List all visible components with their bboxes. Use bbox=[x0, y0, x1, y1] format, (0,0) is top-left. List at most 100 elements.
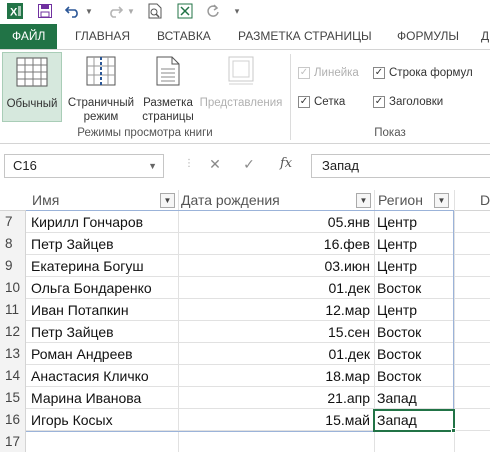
page-layout-view-button[interactable]: Разметка страницы bbox=[140, 52, 196, 123]
table-row[interactable]: 10 Ольга Бондаренко 01.дек Восток bbox=[0, 277, 490, 299]
custom-views-label: Представления bbox=[199, 97, 283, 109]
custom-views-button[interactable]: Представления bbox=[198, 52, 284, 122]
cell-region[interactable]: Центр bbox=[377, 233, 453, 255]
row-number[interactable]: 12 bbox=[0, 321, 26, 343]
row-number[interactable]: 7 bbox=[0, 211, 26, 233]
customize-qat-icon[interactable]: ▾ bbox=[232, 2, 242, 20]
undo-icon[interactable] bbox=[64, 2, 82, 20]
cell-birth-date[interactable]: 16.фев bbox=[179, 233, 372, 255]
formula-bar-label: Строка формул bbox=[389, 67, 473, 79]
quick-access-toolbar: X ▼ ▼ ▾ bbox=[0, 0, 490, 22]
tab-file[interactable]: ФАЙЛ bbox=[0, 24, 58, 49]
cell-birth-date[interactable]: 01.дек bbox=[179, 343, 372, 365]
cell-region[interactable]: Восток bbox=[377, 365, 453, 387]
row-number[interactable]: 14 bbox=[0, 365, 26, 387]
row-number[interactable]: 16 bbox=[0, 409, 26, 431]
cell-name[interactable] bbox=[31, 431, 177, 452]
cell-region[interactable]: Восток bbox=[377, 321, 453, 343]
cell-birth-date[interactable]: 12.мар bbox=[179, 299, 372, 321]
tab-page-layout[interactable]: РАЗМЕТКА СТРАНИЦЫ bbox=[238, 24, 372, 49]
table-row[interactable]: 14 Анастасия Кличко 18.мар Восток bbox=[0, 365, 490, 387]
redo-dropdown-icon[interactable]: ▼ bbox=[126, 2, 136, 20]
filter-name-icon[interactable]: ▼ bbox=[160, 193, 175, 208]
cell-birth-date[interactable]: 01.дек bbox=[179, 277, 372, 299]
cell-region[interactable]: Восток bbox=[377, 343, 453, 365]
table-row[interactable]: 13 Роман Андреев 01.дек Восток bbox=[0, 343, 490, 365]
cell-birth-date[interactable]: 21.апр bbox=[179, 387, 372, 409]
row-number[interactable]: 11 bbox=[0, 299, 26, 321]
cell-birth-date[interactable]: 05.янв bbox=[179, 211, 372, 233]
cell-region[interactable]: Центр bbox=[377, 211, 453, 233]
name-box-value: C16 bbox=[13, 158, 37, 173]
quick-print-icon[interactable] bbox=[176, 2, 194, 20]
cell-region[interactable]: Восток bbox=[377, 277, 453, 299]
normal-view-button[interactable]: Обычный bbox=[2, 52, 62, 122]
table-row[interactable]: 8 Петр Зайцев 16.фев Центр bbox=[0, 233, 490, 255]
formula-input[interactable]: Запад bbox=[311, 154, 490, 178]
gridlines-checkbox[interactable]: ✓ Сетка bbox=[298, 96, 345, 108]
table-row[interactable]: 11 Иван Потапкин 12.мар Центр bbox=[0, 299, 490, 321]
cell-region[interactable] bbox=[377, 431, 453, 452]
cell-birth-date[interactable]: 03.июн bbox=[179, 255, 372, 277]
redo-icon[interactable] bbox=[106, 2, 124, 20]
table-row[interactable]: 9 Екатерина Богуш 03.июн Центр bbox=[0, 255, 490, 277]
formula-bar-checkbox[interactable]: ✓ Строка формул bbox=[373, 67, 473, 79]
cell-region[interactable]: Запад bbox=[377, 387, 453, 409]
formula-bar-check-icon: ✓ bbox=[373, 67, 385, 79]
ribbon-tabs: ФАЙЛ ГЛАВНАЯ ВСТАВКА РАЗМЕТКА СТРАНИЦЫ Ф… bbox=[0, 24, 490, 49]
formula-content: Запад bbox=[322, 158, 359, 173]
print-preview-icon[interactable] bbox=[146, 2, 164, 20]
worksheet-grid[interactable]: Имя ▼ Дата рождения ▼ Регион ▼ D 7 Кирилл… bbox=[0, 190, 490, 452]
fill-handle[interactable] bbox=[451, 428, 456, 433]
ribbon-view-panel: Обычный Страничный режим Разметка страни… bbox=[0, 49, 490, 144]
insert-function-icon[interactable]: fx bbox=[280, 156, 292, 171]
row-number[interactable]: 10 bbox=[0, 277, 26, 299]
row-number[interactable]: 15 bbox=[0, 387, 26, 409]
custom-views-icon bbox=[228, 56, 254, 85]
cell-name[interactable]: Ольга Бондаренко bbox=[31, 277, 177, 299]
save-icon[interactable] bbox=[36, 2, 54, 20]
ruler-checkbox[interactable]: ✓ Линейка bbox=[298, 67, 359, 79]
table-row[interactable]: 15 Марина Иванова 21.апр Запад bbox=[0, 387, 490, 409]
cell-name[interactable]: Роман Андреев bbox=[31, 343, 177, 365]
cell-name[interactable]: Екатерина Богуш bbox=[31, 255, 177, 277]
tab-data[interactable]: Д bbox=[481, 24, 489, 49]
undo-dropdown-icon[interactable]: ▼ bbox=[84, 2, 94, 20]
cell-name[interactable]: Петр Зайцев bbox=[31, 233, 177, 255]
filter-region-icon[interactable]: ▼ bbox=[434, 193, 449, 208]
table-header-row: Имя ▼ Дата рождения ▼ Регион ▼ D bbox=[0, 190, 490, 211]
page-break-label-1: Страничный bbox=[67, 97, 135, 109]
cell-name[interactable]: Петр Зайцев bbox=[31, 321, 177, 343]
enter-icon[interactable]: ✓ bbox=[240, 156, 258, 176]
cell-name[interactable]: Игорь Косых bbox=[31, 409, 177, 431]
table-row[interactable]: 7 Кирилл Гончаров 05.янв Центр bbox=[0, 211, 490, 233]
name-box[interactable]: C16 ▼ bbox=[4, 154, 164, 178]
gridlines-check-icon: ✓ bbox=[298, 96, 310, 108]
row-number[interactable]: 9 bbox=[0, 255, 26, 277]
cell-name[interactable]: Анастасия Кличко bbox=[31, 365, 177, 387]
tab-insert[interactable]: ВСТАВКА bbox=[157, 24, 211, 49]
name-box-dropdown-icon[interactable]: ▼ bbox=[148, 155, 157, 177]
cell-name[interactable]: Марина Иванова bbox=[31, 387, 177, 409]
cell-region[interactable]: Центр bbox=[377, 255, 453, 277]
row-number[interactable]: 8 bbox=[0, 233, 26, 255]
tab-home[interactable]: ГЛАВНАЯ bbox=[75, 24, 130, 49]
cell-birth-date[interactable]: 18.мар bbox=[179, 365, 372, 387]
refresh-icon[interactable] bbox=[204, 2, 222, 20]
cell-region[interactable]: Центр bbox=[377, 299, 453, 321]
headings-checkbox[interactable]: ✓ Заголовки bbox=[373, 96, 443, 108]
page-break-view-button[interactable]: Страничный режим bbox=[64, 52, 138, 123]
tab-formulas[interactable]: ФОРМУЛЫ bbox=[397, 24, 459, 49]
table-row[interactable]: 17 bbox=[0, 431, 490, 452]
row-number[interactable]: 17 bbox=[0, 431, 26, 452]
cell-name[interactable]: Кирилл Гончаров bbox=[31, 211, 177, 233]
cell-birth-date[interactable]: 15.сен bbox=[179, 321, 372, 343]
show-group-label: Показ bbox=[374, 127, 406, 139]
table-row[interactable]: 12 Петр Зайцев 15.сен Восток bbox=[0, 321, 490, 343]
row-number[interactable]: 13 bbox=[0, 343, 26, 365]
cell-name[interactable]: Иван Потапкин bbox=[31, 299, 177, 321]
cancel-icon[interactable]: ✕ bbox=[206, 156, 224, 176]
cell-birth-date[interactable]: 15.май bbox=[179, 409, 372, 431]
filter-birth-icon[interactable]: ▼ bbox=[356, 193, 371, 208]
cell-birth-date[interactable] bbox=[179, 431, 372, 452]
